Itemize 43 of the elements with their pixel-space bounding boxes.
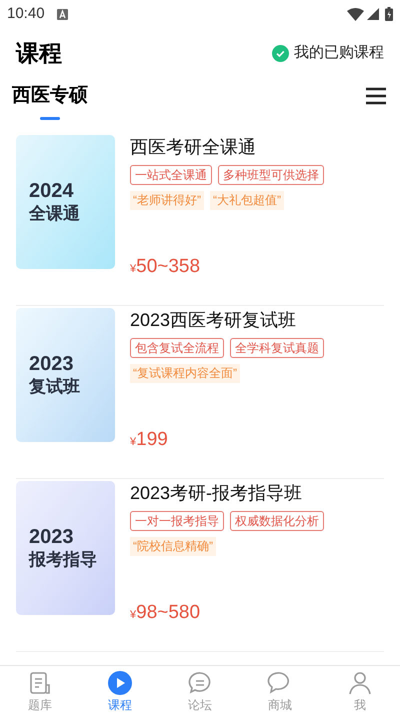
course-price: 199 — [136, 428, 168, 452]
course-price: 50~358 — [136, 254, 200, 278]
course-tag: 一站式全课通 — [130, 165, 212, 185]
review-tag: “复试课程内容全面” — [130, 364, 240, 383]
course-cover[interactable]: 2023 复试班 — [16, 308, 115, 442]
signal-icon — [367, 8, 379, 20]
status-time: 10:40 — [7, 4, 45, 24]
menu-icon[interactable] — [366, 87, 386, 105]
nav-tab[interactable]: 课程 — [80, 666, 160, 720]
course-price: 98~580 — [136, 600, 200, 624]
review-tag: “大礼包超值” — [210, 191, 284, 210]
cover-title: 报考指导 — [29, 549, 98, 571]
cover-title: 复试班 — [29, 376, 81, 398]
currency-sign: ¥ — [130, 608, 136, 622]
wifi-icon — [347, 8, 364, 20]
course-tag: 包含复试全流程 — [130, 338, 224, 358]
cover-title: 全课通 — [29, 203, 81, 225]
course-cover[interactable]: 2023 报考指导 — [16, 481, 115, 615]
page-title: 课程 — [16, 38, 62, 68]
course-tag: 权威数据化分析 — [230, 511, 324, 531]
play-icon — [107, 670, 133, 696]
category-tab[interactable]: 西医专硕 — [12, 82, 88, 120]
chat-icon — [187, 670, 213, 696]
notification-icon — [56, 8, 68, 20]
cover-year: 2023 — [29, 525, 74, 549]
course-cover[interactable]: 2024 全课通 — [16, 135, 115, 269]
purchased-courses-link[interactable]: 我的已购课程 — [272, 42, 384, 64]
course-tag: 多种班型可供选择 — [218, 165, 324, 185]
course-tag: 全学科复试真题 — [230, 338, 324, 358]
cover-year: 2024 — [29, 179, 74, 203]
course-title[interactable]: 2023考研-报考指导班 — [130, 481, 384, 505]
cover-year: 2023 — [29, 352, 74, 376]
course-tag: 一对一报考指导 — [130, 511, 224, 531]
currency-sign: ¥ — [130, 262, 136, 276]
review-tag: “老师讲得好” — [130, 191, 204, 210]
course-title[interactable]: 2023西医考研复试班 — [130, 308, 384, 332]
user-icon — [347, 670, 373, 696]
check-circle-icon — [272, 44, 289, 62]
currency-sign: ¥ — [130, 434, 136, 450]
course-title[interactable]: 西医考研全课通 — [130, 135, 384, 159]
battery-icon — [385, 7, 393, 21]
document-icon — [27, 670, 53, 696]
review-tag: “院校信息精确” — [130, 537, 216, 556]
